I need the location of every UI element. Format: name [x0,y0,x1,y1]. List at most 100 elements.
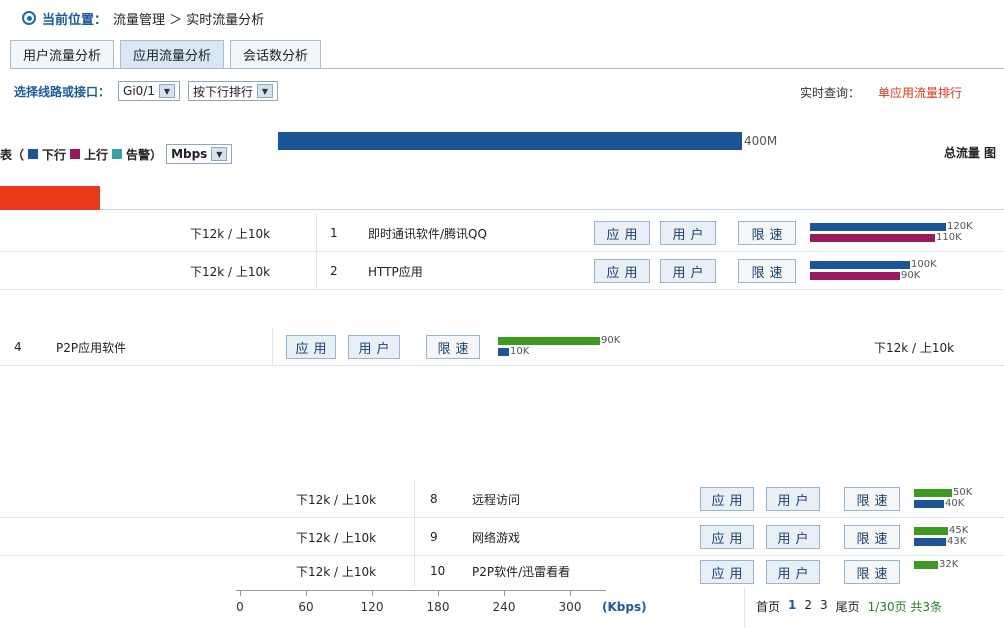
legend-prefix: 表（ [0,147,25,162]
legend-alarm-swatch [112,149,123,159]
column-divider [414,518,415,556]
user-button[interactable]: 用户 [766,525,820,549]
legend-alarm: 告警） [126,147,163,162]
traffic-bar-label: 120K [947,221,973,232]
column-divider [316,252,317,290]
filter-toolbar: 选择线路或接口： Gi0/1 ▼ 按下行排行 ▼ [14,80,278,102]
axis-tick-label: 120 [360,600,384,614]
rank-number: 1 [330,226,338,240]
legend-down-swatch [28,149,39,159]
app-name: 远程访问 [472,492,521,507]
page-info: 1/30页 共3条 [867,600,943,614]
alarm-indicator [0,186,100,210]
traffic-bar-label: 43K [947,536,967,547]
scale-label: 400M [744,134,778,148]
tab-session-count[interactable]: 会话数分析 [230,40,322,68]
traffic-bar-label: 10K [510,346,530,357]
axis-unit: (Kbps) [602,600,647,614]
tab-user-traffic[interactable]: 用户流量分析 [10,40,115,68]
speed-limit-button[interactable]: 限速 [844,560,900,584]
app-button[interactable]: 应用 [700,525,754,549]
app-name: 网络游戏 [472,530,521,545]
user-button[interactable]: 用户 [766,487,820,511]
rank-number: 10 [430,564,446,578]
last-page-link[interactable]: 尾页 [836,598,860,615]
app-name: 即时通讯软件/腾讯QQ [368,226,487,241]
traffic-bar [810,223,946,231]
page-link-2[interactable]: 2 [804,598,812,615]
breadcrumb-label: 当前位置： [42,12,108,28]
speed-limit-button[interactable]: 限速 [844,525,900,549]
axis-tick [570,590,571,596]
speed-limit-value: 下12k / 上10k [296,530,377,545]
sort-select[interactable]: 按下行排行 ▼ [187,81,278,101]
traffic-bar-label: 100K [911,259,937,270]
column-divider [316,214,317,252]
breadcrumb: 当前位置： 流量管理 ＞ 实时流量分析 [22,7,264,29]
legend-up-swatch [70,149,81,159]
first-page-link[interactable]: 首页 [756,598,780,615]
table-header [0,186,1004,210]
speed-limit-button[interactable]: 限速 [738,259,796,283]
app-name: P2P软件/迅雷看看 [472,564,571,579]
speed-limit-value: 下12k / 上10k [296,492,377,507]
speed-limit-button[interactable]: 限速 [738,221,796,245]
axis-tick [306,590,307,596]
user-button[interactable]: 用户 [348,335,400,359]
scale-bar [278,132,742,150]
app-button[interactable]: 应用 [700,560,754,584]
location-icon [22,11,36,25]
table-row: 下12k / 上10k 1 即时通讯软件/腾讯QQ 应用 用户 限速 120K 1… [0,214,1004,252]
traffic-bar [914,538,946,546]
chevron-down-icon: ▼ [158,84,175,98]
user-button[interactable]: 用户 [766,560,820,584]
traffic-bar [498,348,509,356]
traffic-bar [810,261,910,269]
axis-tick [240,590,241,596]
axis-tick-label: 60 [298,600,314,614]
rank-number: 9 [430,530,438,544]
table-row: 下12k / 上10k 2 HTTP应用 应用 用户 限速 100K 90K [0,252,1004,290]
interface-select-value: Gi0/1 [123,84,155,98]
axis-tick [438,590,439,596]
unit-select[interactable]: Mbps ▼ [166,144,233,164]
user-button[interactable]: 用户 [660,259,716,283]
speed-limit-button[interactable]: 限速 [426,335,480,359]
legend-up: 上行 [84,147,109,162]
speed-limit-value: 下12k / 上10k [874,340,955,355]
tab-app-traffic[interactable]: 应用流量分析 [120,40,225,68]
single-app-ranking-link[interactable]: 单应用流量排行 [878,84,962,101]
traffic-bar-label: 45K [949,525,969,536]
axis-tick-label: 240 [492,600,516,614]
axis-tick [504,590,505,596]
page-link-1[interactable]: 1 [788,598,796,615]
speed-limit-value: 下12k / 上10k [296,564,377,579]
column-divider [414,480,415,518]
traffic-bar [914,527,948,535]
app-button[interactable]: 应用 [286,335,336,359]
app-button[interactable]: 应用 [700,487,754,511]
column-divider [272,328,273,366]
rank-number: 2 [330,264,338,278]
table-row: 4 P2P应用软件 应用 用户 限速 下12k / 上10k 90K 10K [0,328,1004,366]
interface-select[interactable]: Gi0/1 ▼ [118,81,180,101]
tab-divider [10,68,1004,69]
user-button[interactable]: 用户 [660,221,716,245]
axis-tick-label: 180 [426,600,450,614]
traffic-bar-label: 90K [601,335,621,346]
traffic-bar-label: 110K [936,232,962,243]
legend-down: 下行 [42,147,67,162]
page-link-3[interactable]: 3 [820,598,828,615]
app-name: HTTP应用 [368,264,423,279]
axis-line [236,590,606,591]
bandwidth-axis: 0 60 120 180 240 300 [236,590,644,620]
axis-tick-label: 300 [558,600,582,614]
traffic-bar-label: 90K [901,270,921,281]
axis-tick-label: 0 [236,600,244,614]
app-button[interactable]: 应用 [594,221,650,245]
app-button[interactable]: 应用 [594,259,650,283]
table-row: 下12k / 上10k 8 远程访问 应用 用户 限速 50K 40K [0,480,1004,518]
table-row: 下12k / 上10k 9 网络游戏 应用 用户 限速 45K 43K [0,518,1004,556]
speed-limit-button[interactable]: 限速 [844,487,900,511]
traffic-bar [498,337,600,345]
